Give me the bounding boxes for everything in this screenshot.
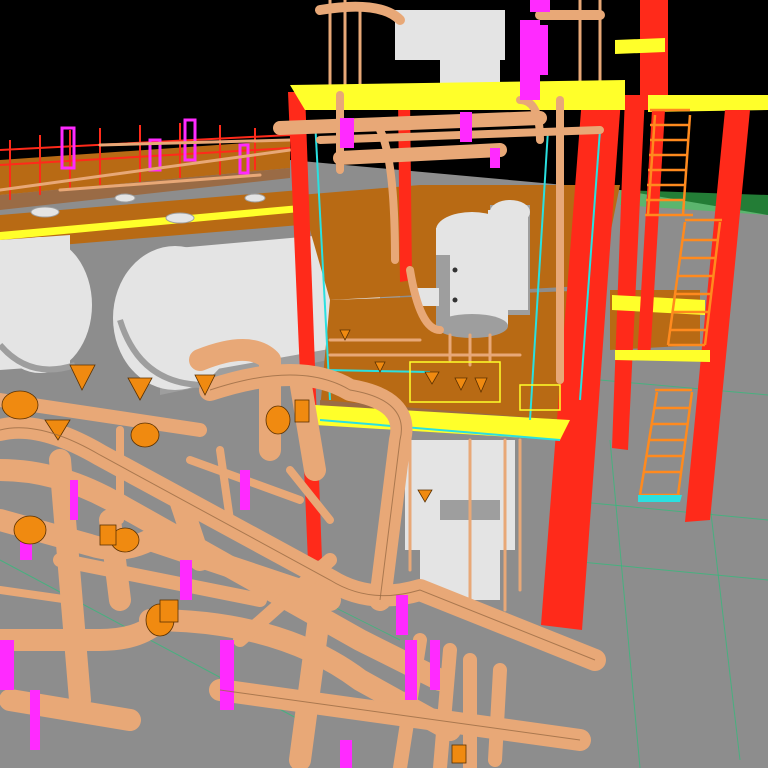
plant-3d-scene[interactable] (0, 0, 768, 768)
plant-3d-model-viewport[interactable] (0, 0, 768, 768)
